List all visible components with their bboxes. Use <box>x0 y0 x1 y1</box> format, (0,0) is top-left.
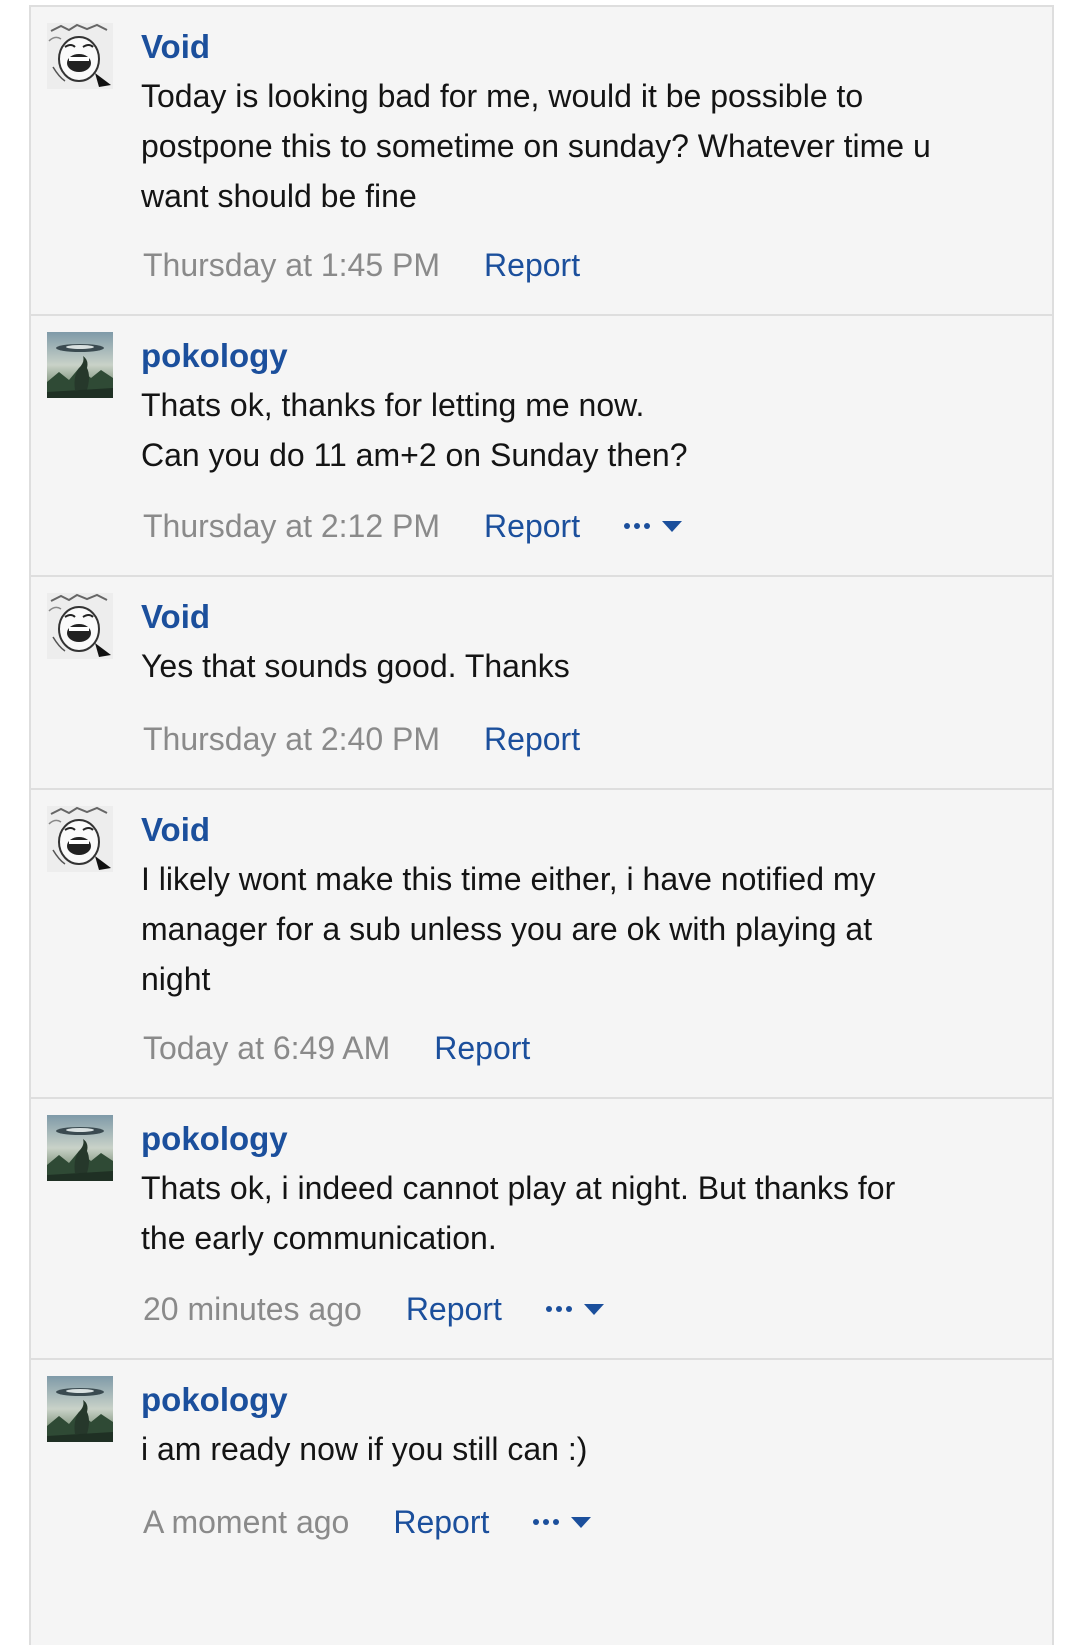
avatar[interactable] <box>47 1376 113 1442</box>
timestamp[interactable]: Thursday at 2:12 PM <box>143 508 440 545</box>
message-text: Yes that sounds good. Thanks <box>141 641 1032 691</box>
manga-face-icon <box>47 23 113 89</box>
username-link[interactable]: Void <box>141 595 1032 639</box>
report-link[interactable]: Report <box>484 247 580 284</box>
message-line: want should be fine <box>141 178 417 214</box>
message-text: Thats ok, thanks for letting me now. Can… <box>141 380 1032 480</box>
ellipsis-icon <box>624 523 651 529</box>
message-line: Thats ok, i indeed cannot play at night.… <box>141 1170 896 1206</box>
ellipsis-icon <box>533 1519 560 1525</box>
more-options-menu[interactable] <box>533 1516 592 1528</box>
timestamp[interactable]: Today at 6:49 AM <box>143 1030 390 1067</box>
report-link[interactable]: Report <box>484 508 580 545</box>
message-text: Thats ok, i indeed cannot play at night.… <box>141 1163 1032 1263</box>
message-line: Yes that sounds good. Thanks <box>141 648 570 684</box>
message-meta: Thursday at 2:40 PM Report <box>143 716 580 762</box>
manga-face-icon <box>47 593 113 659</box>
landscape-creature-icon <box>47 1115 113 1181</box>
report-link[interactable]: Report <box>484 721 580 758</box>
caret-down-icon <box>571 1516 592 1528</box>
username-link[interactable]: pokology <box>141 1378 1032 1422</box>
timestamp[interactable]: A moment ago <box>143 1504 349 1541</box>
message-line: night <box>141 961 211 997</box>
username-link[interactable]: Void <box>141 25 1032 69</box>
landscape-creature-icon <box>47 1376 113 1442</box>
message-item: pokology Thats ok, i indeed cannot play … <box>31 1099 1052 1360</box>
avatar[interactable] <box>47 806 113 872</box>
timestamp[interactable]: Thursday at 1:45 PM <box>143 247 440 284</box>
message-line: I likely wont make this time either, i h… <box>141 861 876 897</box>
message-meta: A moment ago Report <box>143 1499 592 1545</box>
avatar[interactable] <box>47 332 113 398</box>
username-link[interactable]: pokology <box>141 334 1032 378</box>
message-line: Today is looking bad for me, would it be… <box>141 78 864 114</box>
message-meta: Thursday at 2:12 PM Report <box>143 503 683 549</box>
message-meta: Thursday at 1:45 PM Report <box>143 242 580 288</box>
timestamp[interactable]: Thursday at 2:40 PM <box>143 721 440 758</box>
report-link[interactable]: Report <box>434 1030 530 1067</box>
message-item: Void I likely wont make this time either… <box>31 790 1052 1099</box>
message-line: the early communication. <box>141 1220 497 1256</box>
avatar[interactable] <box>47 593 113 659</box>
message-line: Thats ok, thanks for letting me now. <box>141 387 645 423</box>
avatar[interactable] <box>47 1115 113 1181</box>
message-line: manager for a sub unless you are ok with… <box>141 911 873 947</box>
message-item: pokology i am ready now if you still can… <box>31 1360 1052 1600</box>
conversation-thread: Void Today is looking bad for me, would … <box>29 5 1054 1645</box>
report-link[interactable]: Report <box>406 1291 502 1328</box>
caret-down-icon <box>662 520 683 532</box>
ellipsis-icon <box>545 1306 572 1312</box>
message-item: Void Today is looking bad for me, would … <box>31 7 1052 316</box>
message-meta: Today at 6:49 AM Report <box>143 1025 530 1071</box>
username-link[interactable]: Void <box>141 808 1032 852</box>
username-link[interactable]: pokology <box>141 1117 1032 1161</box>
message-text: i am ready now if you still can :) <box>141 1424 1032 1474</box>
landscape-creature-icon <box>47 332 113 398</box>
message-line: postpone this to sometime on sunday? Wha… <box>141 128 931 164</box>
manga-face-icon <box>47 806 113 872</box>
avatar[interactable] <box>47 23 113 89</box>
message-line: i am ready now if you still can :) <box>141 1431 588 1467</box>
report-link[interactable]: Report <box>393 1504 489 1541</box>
caret-down-icon <box>583 1303 604 1315</box>
more-options-menu[interactable] <box>545 1303 604 1315</box>
message-text: Today is looking bad for me, would it be… <box>141 71 1032 221</box>
message-item: Void Yes that sounds good. Thanks Thursd… <box>31 577 1052 790</box>
message-meta: 20 minutes ago Report <box>143 1286 604 1332</box>
timestamp[interactable]: 20 minutes ago <box>143 1291 362 1328</box>
message-item: pokology Thats ok, thanks for letting me… <box>31 316 1052 577</box>
message-text: I likely wont make this time either, i h… <box>141 854 1032 1004</box>
more-options-menu[interactable] <box>624 520 683 532</box>
message-line: Can you do 11 am+2 on Sunday then? <box>141 437 688 473</box>
